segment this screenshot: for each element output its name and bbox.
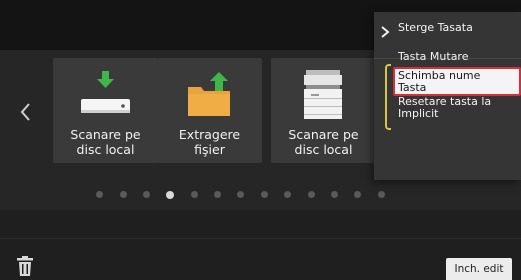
previous-page-button[interactable] bbox=[16, 98, 36, 126]
chevron-right-icon bbox=[381, 26, 390, 38]
tile-label: Scanare pe disc local bbox=[288, 127, 359, 157]
page-dot[interactable] bbox=[190, 191, 198, 198]
page-dot[interactable] bbox=[214, 191, 222, 198]
page-dot[interactable] bbox=[354, 191, 362, 198]
tile-scan-to-local-disk-mfp[interactable]: Scanare pe disc local bbox=[271, 58, 376, 163]
tile-label: Scanare pe disc local bbox=[70, 127, 141, 157]
context-menu: Sterge Tasata Tasta Mutare Schimba nume … bbox=[374, 12, 521, 180]
trash-icon bbox=[17, 256, 33, 276]
menu-item-reset-key[interactable]: Resetare tasta la Implicit bbox=[398, 96, 491, 120]
selected-key-outline bbox=[385, 64, 391, 130]
page-dot[interactable] bbox=[119, 191, 127, 198]
menu-item-delete-key[interactable]: Sterge Tasata bbox=[398, 22, 473, 34]
page-dot[interactable] bbox=[330, 191, 338, 198]
scan-to-local-disk-icon bbox=[53, 68, 158, 123]
menu-item-move-key[interactable]: Tasta Mutare bbox=[398, 51, 469, 63]
page-dot[interactable] bbox=[142, 191, 150, 198]
close-edit-button[interactable]: Inch. edit bbox=[446, 258, 512, 280]
page-dot[interactable] bbox=[377, 191, 385, 198]
page-indicator bbox=[88, 190, 393, 201]
file-retrieve-folder-icon bbox=[157, 68, 262, 123]
page-dot[interactable] bbox=[284, 191, 292, 198]
divider bbox=[0, 238, 521, 239]
page-dot[interactable] bbox=[260, 191, 268, 198]
page-dot[interactable] bbox=[96, 191, 104, 198]
menu-item-rename-key[interactable]: Schimba nume Tasta bbox=[398, 70, 480, 94]
tile-file-retrieve[interactable]: Extragere fişier bbox=[157, 58, 262, 163]
page-dot[interactable] bbox=[237, 191, 245, 198]
page-dot-active[interactable] bbox=[166, 190, 175, 199]
home-screen: Scanare pe disc local Extragere fişier S… bbox=[0, 0, 521, 280]
tile-scan-to-local-disk[interactable]: Scanare pe disc local bbox=[53, 58, 158, 163]
trash-button[interactable] bbox=[14, 255, 36, 277]
tile-label: Extragere fişier bbox=[178, 127, 241, 157]
bottom-bar bbox=[0, 210, 521, 280]
page-dot[interactable] bbox=[307, 191, 315, 198]
chevron-left-icon bbox=[20, 103, 30, 121]
multifunction-printer-icon bbox=[271, 68, 376, 123]
